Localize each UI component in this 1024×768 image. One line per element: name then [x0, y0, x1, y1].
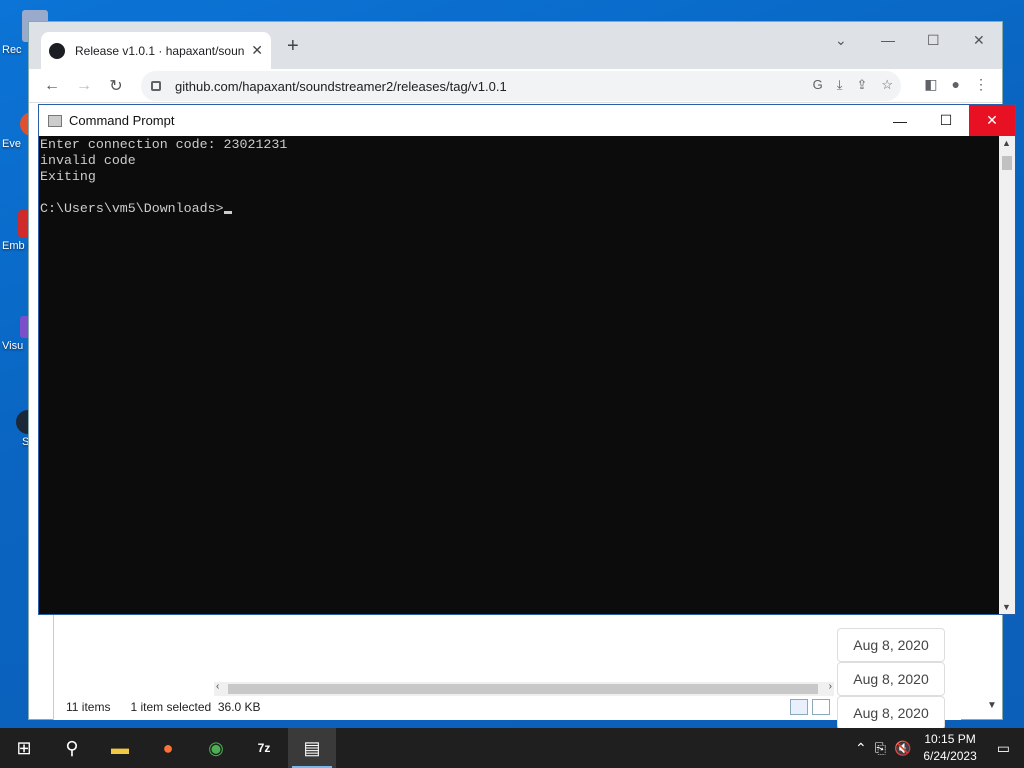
cmd-scroll-thumb[interactable]	[1002, 156, 1012, 170]
profile-avatar[interactable]: ●	[952, 76, 960, 93]
volume-muted-icon[interactable]: 🔇	[894, 740, 911, 757]
scroll-down-icon[interactable]: ▼	[1002, 602, 1011, 612]
bookmark-star-icon[interactable]: ☆	[881, 77, 893, 93]
menu-dots-icon[interactable]: ⋮	[974, 76, 988, 93]
scroll-left-icon[interactable]: ‹	[216, 681, 219, 692]
scroll-thumb[interactable]	[228, 684, 818, 694]
details-view-icon[interactable]	[790, 699, 808, 715]
chevron-up-icon[interactable]: ⌃	[855, 740, 867, 757]
share-icon[interactable]: ⇪	[856, 77, 867, 93]
date-cell[interactable]: Aug 8, 2020	[837, 628, 945, 662]
cmd-vertical-scrollbar[interactable]: ▲ ▼	[999, 136, 1015, 614]
tab-strip: Release v1.0.1 · hapaxant/soundstreamer2…	[29, 22, 1002, 69]
file-explorer-taskbar-icon[interactable]: ▬	[96, 728, 144, 768]
tab-search-icon[interactable]: ⌄	[835, 32, 847, 49]
network-icon[interactable]: ⎘	[875, 740, 886, 757]
forward-icon[interactable]: →	[75, 77, 93, 95]
google-icon[interactable]: G	[813, 77, 823, 93]
start-button[interactable]: ⊞	[0, 728, 48, 768]
address-bar[interactable]: github.com/hapaxant/soundstreamer2/relea…	[141, 71, 901, 101]
new-tab-button[interactable]: +	[287, 35, 299, 58]
url-text[interactable]: github.com/hapaxant/soundstreamer2/relea…	[175, 79, 507, 94]
date-cell[interactable]: Aug 8, 2020	[837, 696, 945, 730]
cmd-title-bar[interactable]: Command Prompt — ☐ ✕	[39, 105, 1015, 136]
minimize-button[interactable]: —	[881, 32, 895, 48]
view-buttons	[790, 699, 830, 715]
notifications-icon[interactable]: ▭	[997, 740, 1010, 757]
scroll-down-icon[interactable]: ▼	[987, 700, 997, 711]
explorer-status-bar: 11 items 1 item selected 36.0 KB	[66, 700, 261, 714]
date-column: Aug 8, 2020 Aug 8, 2020 Aug 8, 2020	[837, 628, 945, 730]
date-cell[interactable]: Aug 8, 2020	[837, 662, 945, 696]
install-icon[interactable]: ⤓	[837, 77, 843, 93]
command-prompt-window: Command Prompt — ☐ ✕ Enter connection co…	[38, 104, 1016, 615]
7zip-taskbar-icon[interactable]: 7z	[240, 728, 288, 768]
cmd-app-icon	[48, 114, 62, 127]
console-line: Enter connection code: 23021231	[40, 137, 288, 152]
console-output[interactable]: Enter connection code: 23021231 invalid c…	[39, 136, 1001, 614]
large-icons-view-icon[interactable]	[812, 699, 830, 715]
firefox-taskbar-icon[interactable]: ●	[144, 728, 192, 768]
selection-count: 1 item selected	[130, 700, 212, 714]
taskbar: ⊞ ⚲ ▬ ● ◉ 7z ▤ ⌃ ⎘ 🔇 10:15 PM 6/24/2023 …	[0, 728, 1024, 768]
browser-tab[interactable]: Release v1.0.1 · hapaxant/soundstreamer2…	[41, 32, 271, 69]
command-prompt-taskbar-icon[interactable]: ▤	[288, 728, 336, 768]
back-icon[interactable]: ←	[43, 77, 61, 95]
github-icon	[49, 42, 65, 59]
text-cursor	[223, 211, 232, 214]
item-count: 11 items	[66, 700, 111, 714]
browser-toolbar: ← → ↻ github.com/hapaxant/soundstreamer2…	[29, 69, 1002, 103]
cmd-minimize-button[interactable]: —	[877, 105, 923, 136]
close-tab-icon[interactable]: ✕	[251, 42, 263, 59]
chrome-taskbar-icon[interactable]: ◉	[192, 728, 240, 768]
clock-time: 10:15 PM	[924, 732, 976, 746]
clock[interactable]: 10:15 PM 6/24/2023	[923, 731, 976, 765]
maximize-button[interactable]: ☐	[927, 32, 940, 49]
tab-title: Release v1.0.1 · hapaxant/soundstreamer2	[75, 43, 245, 58]
close-button[interactable]: ✕	[973, 32, 985, 49]
cmd-close-button[interactable]: ✕	[969, 105, 1015, 136]
cmd-title: Command Prompt	[69, 113, 175, 128]
console-prompt: C:\Users\vm5\Downloads>	[40, 201, 224, 216]
clock-date: 6/24/2023	[923, 749, 977, 763]
scroll-up-icon[interactable]: ▲	[1002, 138, 1011, 148]
scroll-right-icon[interactable]: ›	[829, 681, 832, 692]
console-line: invalid code	[40, 153, 136, 168]
cmd-maximize-button[interactable]: ☐	[923, 105, 969, 136]
lock-icon	[151, 81, 161, 91]
side-panel-icon[interactable]: ◧	[924, 76, 937, 93]
console-line: Exiting	[40, 169, 96, 184]
horizontal-scrollbar[interactable]: ‹ ›	[214, 681, 834, 696]
search-icon[interactable]: ⚲	[48, 728, 96, 768]
selection-size: 36.0 KB	[217, 700, 261, 714]
system-tray: ⌃ ⎘ 🔇 10:15 PM 6/24/2023 ▭	[851, 728, 1024, 768]
reload-icon[interactable]: ↻	[107, 76, 125, 96]
